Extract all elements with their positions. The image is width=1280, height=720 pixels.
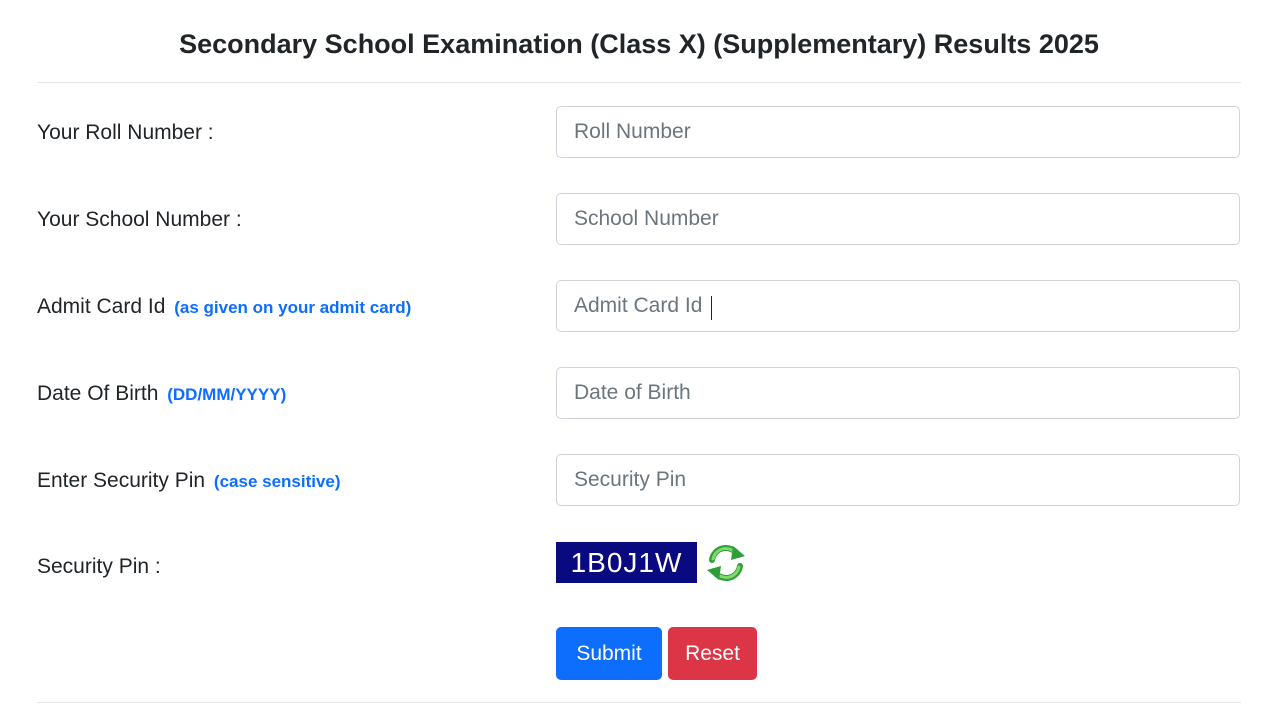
admit-card-input[interactable]: [556, 280, 1240, 332]
refresh-icon[interactable]: [703, 540, 749, 586]
admit-card-label: Admit Card Id (as given on your admit ca…: [37, 293, 411, 322]
roll-number-input[interactable]: [556, 106, 1240, 158]
admit-card-label-text: Admit Card Id: [37, 295, 166, 318]
security-pin-label: Enter Security Pin (case sensitive): [37, 467, 341, 496]
dob-hint: (DD/MM/YYYY): [167, 385, 287, 404]
text-cursor: [711, 296, 712, 320]
dob-label: Date Of Birth (DD/MM/YYYY): [37, 380, 286, 409]
top-divider: [37, 82, 1241, 83]
admit-card-hint: (as given on your admit card): [174, 298, 412, 317]
reset-button[interactable]: Reset: [668, 627, 757, 680]
school-number-input[interactable]: [556, 193, 1240, 245]
security-pin-hint: (case sensitive): [213, 472, 341, 491]
school-number-label: Your School Number :: [37, 206, 242, 234]
captcha-label: Security Pin :: [37, 553, 161, 581]
bottom-divider: [37, 702, 1241, 703]
roll-number-label-text: Your Roll Number :: [37, 121, 214, 144]
dob-label-text: Date Of Birth: [37, 382, 159, 405]
roll-number-label: Your Roll Number :: [37, 119, 214, 147]
page-title: Secondary School Examination (Class X) (…: [179, 29, 1099, 59]
captcha-label-text: Security Pin :: [37, 555, 161, 578]
submit-button[interactable]: Submit: [556, 627, 662, 680]
dob-input[interactable]: [556, 367, 1240, 419]
security-pin-input[interactable]: [556, 454, 1240, 506]
school-number-label-text: Your School Number :: [37, 208, 242, 231]
security-pin-label-text: Enter Security Pin: [37, 469, 206, 492]
captcha-image: 1B0J1W: [556, 542, 697, 583]
